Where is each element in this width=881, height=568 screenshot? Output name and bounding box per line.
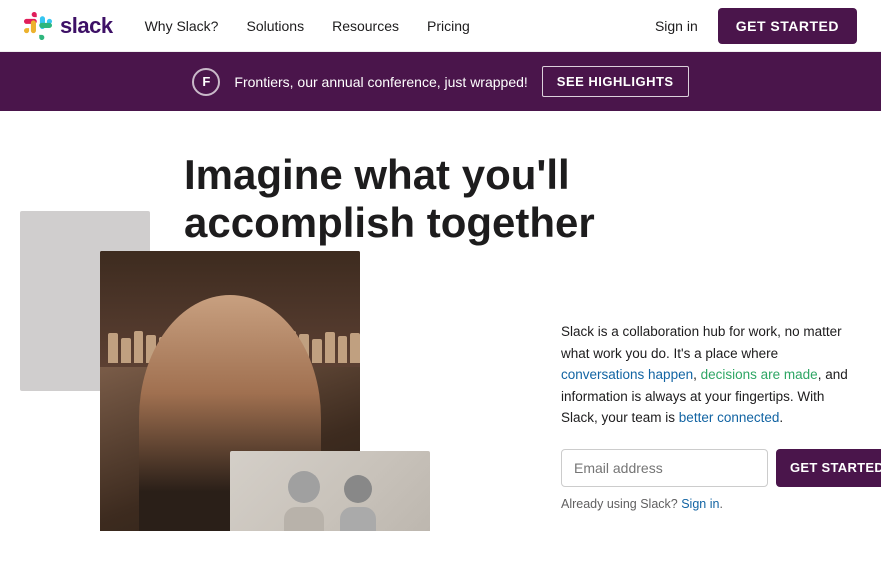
shelf-item: [134, 331, 144, 363]
highlight-connected: better connected: [679, 410, 780, 425]
already-using-text: Already using Slack? Sign in.: [561, 497, 851, 511]
nav-link-why-slack[interactable]: Why Slack?: [145, 18, 219, 34]
nav-link-resources[interactable]: Resources: [332, 18, 399, 34]
shelf-item: [108, 333, 118, 363]
hero-right-content: Slack is a collaboration hub for work, n…: [561, 321, 851, 511]
shelf-item: [312, 339, 322, 363]
hero-heading-line1: Imagine what you'll: [184, 151, 570, 198]
sign-in-link[interactable]: Sign in: [655, 18, 698, 34]
banner-icon-letter: F: [202, 74, 210, 89]
banner-cta-button[interactable]: SEE HIGHLIGHTS: [542, 66, 689, 97]
hero-section: Imagine what you'll accomplish together: [0, 111, 881, 531]
hero-image-secondary: [230, 451, 430, 531]
hero-description: Slack is a collaboration hub for work, n…: [561, 321, 851, 429]
nav-links: Why Slack? Solutions Resources Pricing: [145, 18, 655, 34]
nav-right: Sign in GET STARTED: [655, 8, 857, 44]
hero-heading: Imagine what you'll accomplish together: [184, 151, 604, 248]
sign-in-link-hero[interactable]: Sign in: [681, 497, 719, 511]
email-form: GET STARTED: [561, 449, 851, 487]
logo[interactable]: slack: [24, 12, 113, 40]
shelf-item: [325, 332, 335, 363]
nav-link-pricing[interactable]: Pricing: [427, 18, 470, 34]
banner-icon: F: [192, 68, 220, 96]
highlight-decisions: decisions are made: [701, 367, 818, 382]
hero-heading-line2: accomplish together: [184, 199, 595, 246]
shelf-item: [338, 336, 348, 363]
hero-image-secondary-inner: [230, 451, 430, 531]
shelf-item: [121, 338, 131, 363]
logo-text: slack: [60, 13, 113, 39]
slack-logo-icon: [24, 12, 52, 40]
navbar: slack Why Slack? Solutions Resources Pri…: [0, 0, 881, 52]
highlight-conversations: conversations happen: [561, 367, 693, 382]
get-started-button[interactable]: GET STARTED: [776, 449, 881, 487]
shelf-item: [350, 333, 360, 363]
hero-images: [0, 211, 460, 531]
nav-link-solutions[interactable]: Solutions: [246, 18, 304, 34]
banner-text: Frontiers, our annual conference, just w…: [234, 74, 527, 90]
get-started-button-nav[interactable]: GET STARTED: [718, 8, 857, 44]
email-input[interactable]: [561, 449, 768, 487]
promo-banner: F Frontiers, our annual conference, just…: [0, 52, 881, 111]
